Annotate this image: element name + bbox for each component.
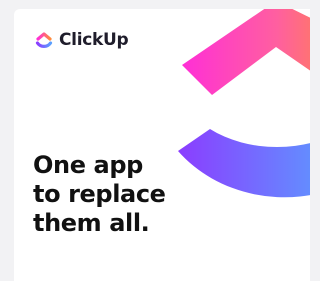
chevron-shape [182,9,310,95]
clickup-logo-icon [34,30,54,50]
brand-name: ClickUp [59,29,129,50]
brand-lockup[interactable]: ClickUp [34,29,129,50]
ad-headline: One app to replace them all. [33,151,166,237]
ad-card[interactable]: ClickUp One app to replace them all. [14,9,310,281]
